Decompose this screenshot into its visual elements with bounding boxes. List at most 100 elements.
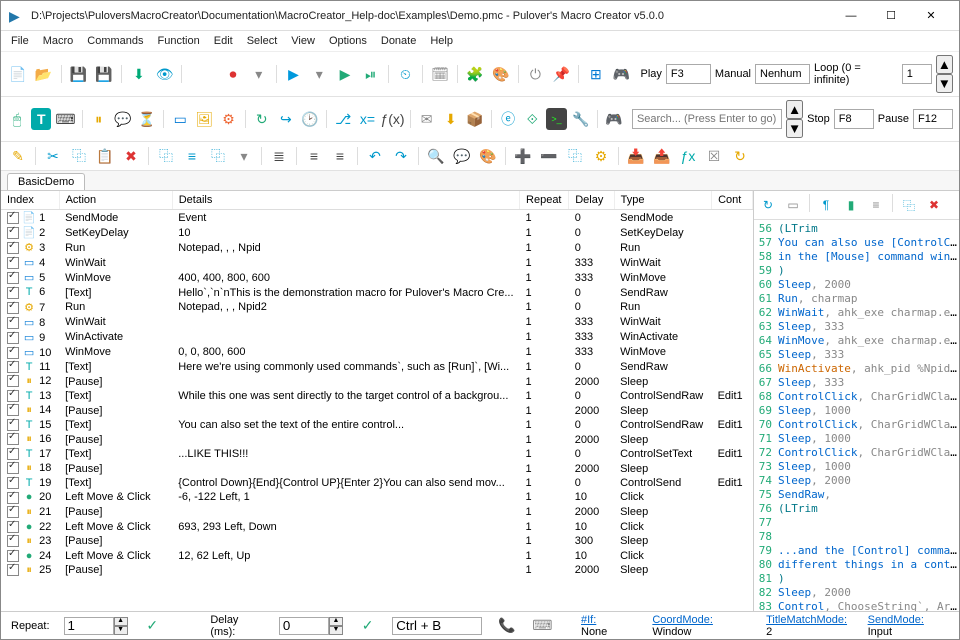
app-settings-icon[interactable]: 🧩 [464,63,486,85]
menu-options[interactable]: Options [329,35,367,47]
row-checkbox[interactable] [7,302,19,314]
pause-cmd-icon[interactable]: ⏸ [89,108,109,130]
align-right-icon[interactable]: ≡ [329,145,351,167]
coordmode-link[interactable]: CoordMode: [652,614,713,626]
row-checkbox[interactable] [7,212,19,224]
row-checkbox[interactable] [7,242,19,254]
column-delay[interactable]: Delay [569,191,614,210]
table-row[interactable]: T 6[Text]Hello`,`n`nThis is the demonstr… [1,285,753,299]
if-link[interactable]: #If: [581,614,596,626]
keyboard-status-icon[interactable]: ⌨ [532,615,553,637]
prev-copy-icon[interactable]: ⿻ [898,194,920,216]
menu-commands[interactable]: Commands [87,35,143,47]
table-row[interactable]: ⏸ 23[Pause]1300Sleep [1,534,753,549]
titlematch-link[interactable]: TitleMatchMode: [766,614,847,626]
sql-icon[interactable]: >_ [546,108,566,130]
download-icon[interactable]: ⬇ [441,108,461,130]
loop-down[interactable]: ▼ [936,74,953,93]
search-down[interactable]: ▼ [786,119,803,138]
column-details[interactable]: Details [172,191,519,210]
prev-collapse-icon[interactable]: ▭ [782,194,804,216]
loop-input[interactable] [902,64,932,84]
table-row[interactable]: 📄 1SendModeEvent10SendMode [1,210,753,226]
row-checkbox[interactable] [7,332,19,344]
status-delay-input[interactable] [279,617,329,635]
tab-basicdemo[interactable]: BasicDemo [7,173,85,190]
row-checkbox[interactable] [7,462,19,474]
table-row[interactable]: ▭ 8WinWait1333WinWait [1,315,753,330]
timer-play-icon[interactable]: ⏲ [395,63,417,85]
row-checkbox[interactable] [7,227,19,239]
play-until-icon[interactable]: ⏯ [360,63,382,85]
import-icon[interactable]: 📥 [625,145,647,167]
table-row[interactable]: ▭ 10WinMove0, 0, 800, 6001333WinMove [1,345,753,360]
prev-pilcrow-icon[interactable]: ¶ [815,194,837,216]
save-as-icon[interactable]: 💾 [93,63,115,85]
preview-icon[interactable]: 👁 [154,63,176,85]
colors-icon[interactable]: 🎨 [490,63,512,85]
message-icon[interactable]: 💬 [113,108,133,130]
windows-icon[interactable]: ⊞ [585,63,607,85]
menu-select[interactable]: Select [247,35,278,47]
row-checkbox[interactable] [7,506,19,518]
row-checkbox[interactable] [7,404,19,416]
text-icon[interactable]: T [31,108,51,130]
prev-close-icon[interactable]: ✖ [923,194,945,216]
tools-icon[interactable]: 🔧 [571,108,591,130]
ontop-icon[interactable]: 📌 [550,63,572,85]
search-input[interactable] [632,109,782,129]
fx-icon[interactable]: ƒx [677,145,699,167]
row-checkbox[interactable] [7,317,19,329]
gear-icon[interactable]: ⚙ [218,108,238,130]
table-row[interactable]: ⏸ 16[Pause]12000Sleep [1,432,753,447]
new-icon[interactable]: 📄 [7,63,29,85]
table-row[interactable]: ⏸ 12[Pause]12000Sleep [1,374,753,389]
row-checkbox[interactable] [7,419,19,431]
table-row[interactable]: T 17[Text]...LIKE THIS!!!10ControlSetTex… [1,447,753,461]
delete-icon[interactable]: ✖ [120,145,142,167]
function-icon[interactable]: ƒ(x) [382,108,404,130]
column-repeat[interactable]: Repeat [520,191,569,210]
menu-file[interactable]: File [11,35,29,47]
row-checkbox[interactable] [7,375,19,387]
add-tab-icon[interactable]: ➕ [512,145,534,167]
record-icon[interactable]: ⏺ [222,63,244,85]
menu-edit[interactable]: Edit [214,35,233,47]
keyboard-icon[interactable]: ⌨ [55,108,75,130]
open-icon[interactable]: 📂 [33,63,55,85]
menu-macro[interactable]: Macro [43,35,74,47]
row-checkbox[interactable] [7,535,19,547]
dup-tab-icon[interactable]: ⿻ [564,145,586,167]
controller-icon[interactable]: 🎮 [604,108,624,130]
copy-icon[interactable]: ⿻ [68,145,90,167]
repeat-apply-icon[interactable]: ✓ [142,615,163,637]
maximize-button[interactable]: ☐ [871,2,911,30]
stop-hotkey-input[interactable] [834,109,874,129]
paste-icon[interactable]: 📋 [94,145,116,167]
row-checkbox[interactable] [7,477,19,489]
refresh-icon[interactable]: ↻ [729,145,751,167]
export-macro-icon[interactable]: 📤 [651,145,673,167]
com-icon[interactable]: ⟐ [522,108,542,130]
table-row[interactable]: ⏸ 25[Pause]12000Sleep [1,563,753,578]
tab-settings-icon[interactable]: ⚙ [590,145,612,167]
timer-icon[interactable]: ⏳ [137,108,157,130]
redo-icon[interactable]: ↷ [390,145,412,167]
table-row[interactable]: ⏸ 14[Pause]12000Sleep [1,403,753,418]
if-icon[interactable]: ⎇ [333,108,353,130]
status-repeat-input[interactable] [64,617,114,635]
mouse-icon[interactable]: 🖱 [7,108,27,130]
schedule-icon[interactable]: 🗓 [429,63,451,85]
prev-highlight-icon[interactable]: ▮ [840,194,862,216]
row-checkbox[interactable] [7,492,19,504]
row-checkbox[interactable] [7,272,19,284]
table-row[interactable]: ● 24Left Move & Click12, 62 Left, Up110C… [1,549,753,563]
search-up[interactable]: ▲ [786,100,803,119]
play-icon[interactable]: ▶ [283,63,305,85]
row-checkbox[interactable] [7,287,19,299]
xbox-icon[interactable]: 🎮 [611,63,633,85]
palette-icon[interactable]: 🎨 [477,145,499,167]
copy-line-icon[interactable]: ⿻ [207,145,229,167]
table-row[interactable]: T 15[Text]You can also set the text of t… [1,418,753,432]
comment-icon[interactable]: 💬 [451,145,473,167]
